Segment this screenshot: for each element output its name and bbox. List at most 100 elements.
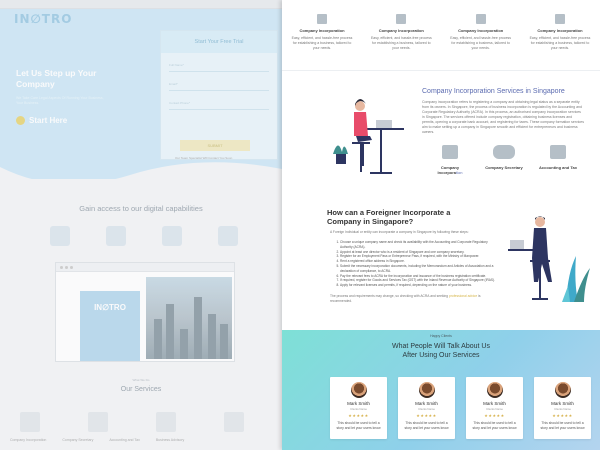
- incorporation-icons: Company Incorporation Company Secretary …: [430, 145, 578, 175]
- avatar: [554, 382, 571, 398]
- service-icon-secretary[interactable]: Company Secretary: [484, 145, 524, 175]
- client-role: Clients Name: [418, 407, 435, 411]
- client-role: Clients Name: [554, 407, 571, 411]
- people-icon: [493, 145, 515, 159]
- testimonial-card: Mark Smith Clients Name ★★★★★ This shoul…: [398, 377, 455, 439]
- step-item: Submit the necessary incorporation docum…: [340, 264, 496, 274]
- client-quote: This should be used to tell a story and …: [540, 421, 585, 430]
- step-item: Choose a unique company name and check i…: [340, 240, 496, 250]
- testimonials-title-line: What People Will Talk About Us: [392, 343, 490, 350]
- star-rating: ★★★★★: [348, 413, 369, 418]
- avatar: [350, 382, 367, 398]
- people-icon: [88, 412, 108, 432]
- feature-card-desc: Easy, efficient, and hassle-free process…: [450, 36, 512, 50]
- left-page-preview: IN∅TRO Let Us Step up Your Company We Ta…: [0, 0, 282, 450]
- testimonial-cards: Mark Smith Clients Name ★★★★★ This shoul…: [330, 377, 591, 439]
- card-icon: [162, 226, 182, 246]
- client-role: Clients Name: [486, 407, 503, 411]
- service-label[interactable]: Accounting and Tax: [109, 438, 140, 442]
- right-page: Company Incorporation Easy, efficient, a…: [282, 0, 600, 450]
- section-divider: [282, 70, 600, 71]
- services-icons: [20, 412, 244, 432]
- city-skyline-image: [146, 277, 232, 359]
- feature-card[interactable]: Company Incorporation Easy, efficient, a…: [528, 14, 592, 51]
- service-label[interactable]: Company Secretary: [62, 438, 93, 442]
- services-labels: Company Incorporation Company Secretary …: [10, 438, 184, 442]
- submit-button[interactable]: SUBMIT: [180, 140, 250, 151]
- services-eyebrow: What We Do: [132, 378, 150, 382]
- full-name-field[interactable]: Full Name*: [169, 63, 269, 72]
- hero-subtitle: We Take Care Legal Aspects Of Running Yo…: [16, 96, 104, 105]
- browser-bar: [56, 263, 234, 272]
- feature-card-desc: Easy, efficient, and hassle-free process…: [291, 36, 353, 50]
- feature-card[interactable]: Company Incorporation Easy, efficient, a…: [290, 14, 354, 51]
- advisory-icon: [224, 412, 244, 432]
- professional-advice-link[interactable]: professional advice: [449, 294, 477, 298]
- play-icon: [16, 116, 25, 125]
- phone-field[interactable]: Contact Phone*: [169, 101, 269, 110]
- foreigner-steps: Choose a unique company name and check i…: [334, 240, 496, 288]
- feature-card-title: Company Incorporation: [378, 28, 424, 33]
- note-text: The process and requirements may change,…: [330, 294, 449, 298]
- testimonials-section: Happy Clients What People Will Talk Abou…: [282, 330, 600, 450]
- hero-title: Let Us Step up Your Company: [16, 68, 97, 89]
- tax-icon: [156, 412, 176, 432]
- email-field[interactable]: Email*: [169, 82, 269, 91]
- star-rating: ★★★★★: [484, 413, 505, 418]
- service-icon-tax[interactable]: Accounting and Tax: [538, 145, 578, 175]
- incorporation-body: Company incorporation refers to register…: [422, 100, 584, 134]
- feature-card-title: Company Incorporation: [537, 28, 583, 33]
- client-role: Clients Name: [350, 407, 367, 411]
- star-rating: ★★★★★: [416, 413, 437, 418]
- service-icon-label: Accounting and Tax: [539, 165, 577, 170]
- tax-icon: [550, 145, 566, 159]
- hero-wave-shape: [0, 162, 282, 197]
- service-icon-label: Company Secretary: [485, 165, 523, 170]
- capabilities-title: Gain access to our digital capabilities: [79, 204, 203, 213]
- feature-card[interactable]: Company Incorporation Easy, efficient, a…: [449, 14, 513, 51]
- building-icon: [554, 14, 565, 24]
- avatar: [418, 382, 435, 398]
- feature-card-desc: Easy, efficient, and hassle-free process…: [529, 36, 591, 50]
- calendar-icon: [106, 226, 126, 246]
- client-name: Mark Smith: [551, 401, 574, 406]
- client-name: Mark Smith: [483, 401, 506, 406]
- avatar: [486, 382, 503, 398]
- trial-note: Our Team Specialist Will Contact You Soo…: [175, 156, 233, 160]
- building-icon: [475, 14, 486, 24]
- testimonials-title: What People Will Talk About Us After Usi…: [282, 342, 600, 360]
- feature-card-title: Company Incorporation: [299, 28, 345, 33]
- foreigner-intro: A Foreign Individual or entity can incor…: [330, 230, 469, 234]
- feature-cards: Company Incorporation Easy, efficient, a…: [290, 14, 592, 51]
- mockup-panel: IN∅TRO: [80, 291, 140, 361]
- browser-mockup: IN∅TRO: [55, 262, 235, 362]
- start-here-label: Start Here: [29, 116, 68, 125]
- capabilities-icons: [50, 226, 238, 246]
- service-label[interactable]: Company Incorporation: [10, 438, 46, 442]
- start-here-button[interactable]: Start Here: [16, 116, 67, 125]
- feature-card-desc: Easy, efficient, and hassle-free process…: [370, 36, 432, 50]
- services-title: Our Services: [120, 386, 162, 393]
- foreigner-note: The process and requirements may change,…: [330, 294, 490, 304]
- feature-card[interactable]: Company Incorporation Easy, efficient, a…: [369, 14, 433, 51]
- foreigner-title: How can a Foreigner Incorporate a Compan…: [327, 208, 451, 226]
- client-quote: This should be used to tell a story and …: [404, 421, 449, 430]
- man-laptop-illustration: [508, 216, 590, 302]
- folder-icon: [50, 226, 70, 246]
- service-icon-incorporation[interactable]: Company Incorporation: [430, 145, 470, 175]
- top-info-bar: [0, 0, 282, 9]
- testimonial-card: Mark Smith Clients Name ★★★★★ This shoul…: [466, 377, 523, 439]
- incorporation-title: Company Incorporation Services in Singap…: [422, 88, 565, 95]
- site-logo[interactable]: IN∅TRO: [14, 12, 72, 26]
- step-item: Apply for relevant licenses and permits,…: [340, 283, 496, 288]
- testimonials-eyebrow: Happy Clients: [430, 334, 452, 338]
- service-icon-label: Company Incorporation: [437, 165, 463, 175]
- woman-desk-illustration: [333, 99, 404, 174]
- client-quote: This should be used to tell a story and …: [472, 421, 517, 430]
- document-icon: [218, 226, 238, 246]
- mockup-logo: IN∅TRO: [94, 303, 126, 312]
- building-icon: [317, 14, 327, 24]
- client-name: Mark Smith: [415, 401, 438, 406]
- service-label[interactable]: Business Advisory: [156, 438, 184, 442]
- client-name: Mark Smith: [347, 401, 370, 406]
